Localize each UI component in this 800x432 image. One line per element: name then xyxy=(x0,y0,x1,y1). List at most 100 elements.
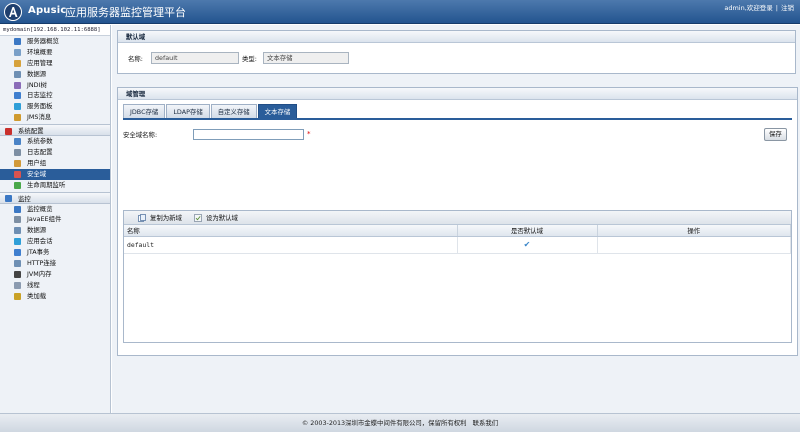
save-button[interactable]: 保存 xyxy=(764,128,787,141)
sidebar-item-jndi-tree[interactable]: JNDI树 xyxy=(0,80,110,91)
sidebar-item-server[interactable]: 服务器概览 xyxy=(0,36,110,47)
jvm-memory-icon xyxy=(14,270,21,278)
tab-text-storage[interactable]: 文本存储 xyxy=(257,104,298,118)
name-label: 名称: xyxy=(128,55,143,63)
server-icon xyxy=(14,38,21,45)
sidebar-item-label: 系统参数 xyxy=(27,137,53,146)
sidebar-item-label: 监控概览 xyxy=(27,204,53,213)
sidebar-item-application[interactable]: 应用管理 xyxy=(0,58,110,69)
sidebar-item-label: JNDI树 xyxy=(27,80,47,89)
sidebar-item-label: JVM内存 xyxy=(27,269,52,278)
sidebar-item-label: 类加载 xyxy=(27,291,47,300)
sidebar-item-security-domain[interactable]: 安全域 xyxy=(0,168,110,180)
set-default-icon xyxy=(194,214,202,222)
sidebar-item-label: 环境概要 xyxy=(27,47,53,56)
security-domain-name-label: 安全域名称: xyxy=(123,131,158,139)
sidebar-item-jvm-memory[interactable]: JVM内存 xyxy=(0,269,110,280)
column-header-is-default[interactable]: 是否默认域 xyxy=(457,225,598,237)
sidebar-item-label: 日志配置 xyxy=(27,148,53,157)
domain-grid: 复制为新域 设为默认域 名称 是否默认域 操作 default ✔ xyxy=(123,210,792,343)
sidebar-item-app-session[interactable]: 应用会话 xyxy=(0,236,110,247)
sidebar-item-thread[interactable]: 线程 xyxy=(0,280,110,291)
tab-jdbc-storage[interactable]: JDBC存储 xyxy=(123,104,166,118)
sidebar-item-datasource-monitor[interactable]: 数据源 xyxy=(0,225,110,236)
tab-ldap-storage[interactable]: LDAP存储 xyxy=(166,104,210,118)
sidebar-item-label: 线程 xyxy=(27,280,40,289)
jta-transaction-icon xyxy=(14,249,21,257)
sidebar-item-label: 应用管理 xyxy=(27,58,53,67)
section-monitor[interactable]: 监控 xyxy=(0,191,110,204)
sidebar-item-log-monitor[interactable]: 日志监控 xyxy=(0,90,110,101)
sidebar-item-system-params[interactable]: 系统参数 xyxy=(0,136,110,147)
javaee-component-icon xyxy=(14,216,21,224)
sidebar-item-label: 生命周期监听 xyxy=(27,180,66,189)
copy-as-new-domain-button[interactable]: 复制为新域 xyxy=(138,213,182,223)
sidebar-item-datasource[interactable]: 数据源 xyxy=(0,69,110,80)
table-row[interactable]: default ✔ xyxy=(124,236,791,254)
sidebar-item-monitor-overview[interactable]: 监控概览 xyxy=(0,204,110,215)
sidebar-item-lifecycle-listener[interactable]: 生命周期监听 xyxy=(0,180,110,191)
sidebar-item-label: 应用会话 xyxy=(27,237,53,246)
column-header-actions[interactable]: 操作 xyxy=(597,225,791,237)
sidebar-item-label: 服务器概览 xyxy=(27,37,59,45)
application-icon xyxy=(14,59,21,67)
copy-icon xyxy=(138,214,146,222)
sidebar-item-service-panel[interactable]: 服务面板 xyxy=(0,101,110,112)
log-monitor-icon xyxy=(14,92,21,100)
datasource-monitor-icon xyxy=(14,227,21,235)
tab-underline xyxy=(123,118,792,120)
sidebar-item-label: JavaEE组件 xyxy=(27,215,62,224)
http-connection-icon xyxy=(14,260,21,268)
sidebar-item-label: 日志监控 xyxy=(27,91,53,100)
set-default-domain-label: 设为默认域 xyxy=(206,214,238,222)
sidebar-item-user-group[interactable]: 用户组 xyxy=(0,158,110,169)
user-group-icon xyxy=(14,159,21,167)
grid-toolbar: 复制为新域 设为默认域 xyxy=(124,211,791,225)
security-domain-name-input[interactable] xyxy=(193,129,304,140)
sidebar-item-http-connection[interactable]: HTTP连接 xyxy=(0,258,110,269)
domain-label[interactable]: mydomain[192.168.102.11:6888] xyxy=(0,25,110,36)
sidebar-item-log-config[interactable]: 日志配置 xyxy=(0,147,110,158)
brand-name: Apusic xyxy=(28,5,67,16)
sidebar: mydomain[192.168.102.11:6888] 服务器概览环境概要应… xyxy=(0,25,111,413)
set-default-domain-button[interactable]: 设为默认域 xyxy=(194,213,238,223)
jms-message-icon xyxy=(14,114,21,122)
default-domain-panel: 默认域 名称: default 类型: 文本存储 xyxy=(117,30,796,74)
sidebar-item-jta-transaction[interactable]: JTA事务 xyxy=(0,247,110,258)
monitor-icon xyxy=(5,195,12,203)
log-config-icon xyxy=(14,149,21,157)
lifecycle-listener-icon xyxy=(14,181,21,189)
column-header-name[interactable]: 名称 xyxy=(124,225,458,237)
sidebar-item-javaee-component[interactable]: JavaEE组件 xyxy=(0,214,110,225)
copyright-text: © 2003-2013深圳市金蝶中间件有限公司，保留所有权利 xyxy=(301,419,467,427)
domain-management-title: 域管理 xyxy=(118,88,797,100)
type-field: 文本存储 xyxy=(263,52,349,64)
sidebar-item-environment[interactable]: 环境概要 xyxy=(0,47,110,58)
sidebar-item-label: 安全域 xyxy=(27,169,47,178)
monitor-overview-icon xyxy=(14,205,21,213)
service-panel-icon xyxy=(14,103,21,111)
logout-link[interactable]: 注销 xyxy=(781,4,794,12)
sidebar-item-label: 用户组 xyxy=(27,158,47,167)
tab-custom-storage[interactable]: 自定义存储 xyxy=(210,104,257,118)
sidebar-item-label: JMS消息 xyxy=(27,113,52,122)
system-params-icon xyxy=(14,138,21,146)
main-content: 默认域 名称: default 类型: 文本存储 域管理 JDBC存储 LDAP存… xyxy=(112,25,800,413)
sidebar-item-label: 服务面板 xyxy=(27,102,53,111)
app-session-icon xyxy=(14,238,21,246)
section-system-config[interactable]: 系统配置 xyxy=(0,124,110,137)
contact-us-link[interactable]: 联系我们 xyxy=(473,419,499,427)
sidebar-item-label: 数据源 xyxy=(27,226,47,235)
sidebar-item-jms-message[interactable]: JMS消息 xyxy=(0,112,110,123)
class-loader-icon xyxy=(14,292,21,300)
sidebar-group-config: 系统参数日志配置 用户组安全域生命周期监听 xyxy=(0,136,110,190)
default-domain-title: 默认域 xyxy=(118,31,795,43)
sidebar-item-label: JTA事务 xyxy=(27,248,50,257)
section-monitor-label: 监控 xyxy=(18,194,31,203)
section-system-config-label: 系统配置 xyxy=(18,127,44,136)
sidebar-item-label: HTTP连接 xyxy=(27,259,57,268)
sidebar-item-class-loader[interactable]: 类加载 xyxy=(0,291,110,302)
cell-is-default: ✔ xyxy=(457,236,598,254)
name-field: default xyxy=(151,52,239,64)
sidebar-group-monitor: 监控概览 JavaEE组件 数据源应用会话 JTA事务 HTTP连接 JVM内存线程类加载 xyxy=(0,204,110,302)
